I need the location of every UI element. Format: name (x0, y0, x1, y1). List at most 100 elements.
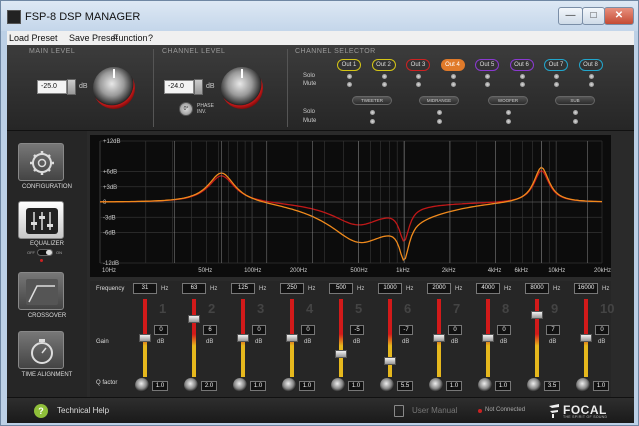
technical-help-link[interactable]: Technical Help (57, 406, 109, 415)
phase-invert-button[interactable]: 0° (179, 102, 193, 116)
solo-toggle-5[interactable] (485, 74, 490, 79)
main-level-input[interactable]: -25.0 (37, 80, 67, 94)
solo-toggle-8[interactable] (588, 74, 594, 79)
band-gain-input[interactable]: 0 (595, 325, 609, 335)
channel-level-knob[interactable] (221, 67, 263, 109)
crossover-button[interactable] (18, 272, 64, 310)
band-gain-slider[interactable] (188, 314, 200, 323)
output-button-6[interactable]: Out 6 (509, 59, 534, 71)
group-solo-toggle-1[interactable] (370, 110, 375, 115)
band-gain-slider[interactable] (531, 311, 543, 320)
solo-toggle-7[interactable] (554, 74, 559, 79)
group-solo-toggle-3[interactable] (506, 110, 511, 115)
channel-level-input[interactable]: -24.0 (164, 80, 194, 94)
eq-toggle[interactable] (37, 249, 53, 256)
mute-toggle-4[interactable] (450, 82, 456, 87)
mute-toggle-2[interactable] (381, 82, 387, 87)
band-freq-input[interactable]: 250 (280, 283, 304, 294)
band-q-input[interactable]: 2.0 (201, 381, 217, 391)
band-gain-input[interactable]: 0 (497, 325, 511, 335)
band-q-input[interactable]: 3.5 (544, 381, 560, 391)
band-q-input[interactable]: 1.0 (299, 381, 315, 391)
band-q-knob[interactable] (282, 378, 296, 392)
band-gain-input[interactable]: 0 (252, 325, 266, 335)
band-gain-input[interactable]: -5 (350, 325, 364, 335)
close-button[interactable]: ✕ (604, 7, 634, 25)
band-q-knob[interactable] (527, 378, 541, 392)
band-freq-input[interactable]: 4000 (476, 283, 500, 294)
output-button-8[interactable]: Out 8 (578, 59, 603, 71)
band-q-knob[interactable] (576, 378, 590, 392)
group-woofer[interactable]: WOOFER (488, 96, 528, 105)
mute-toggle-1[interactable] (347, 82, 352, 87)
main-level-spinner[interactable] (67, 79, 76, 95)
output-button-5[interactable]: Out 5 (475, 59, 499, 71)
group-sub[interactable]: SUB (555, 96, 595, 105)
band-gain-input[interactable]: 0 (448, 325, 462, 335)
mute-toggle-6[interactable] (519, 82, 525, 87)
group-tweeter[interactable]: TWEETER (352, 96, 392, 105)
help-icon[interactable]: ? (34, 404, 48, 418)
solo-toggle-6[interactable] (519, 74, 525, 79)
band-freq-input[interactable]: 63 (182, 283, 206, 294)
band-freq-input[interactable]: 1000 (378, 283, 402, 294)
band-freq-input[interactable]: 8000 (525, 283, 549, 294)
band-q-input[interactable]: 1.0 (593, 381, 609, 391)
output-button-2[interactable]: Out 2 (371, 59, 396, 71)
mute-toggle-5[interactable] (485, 82, 490, 87)
mute-toggle-7[interactable] (554, 82, 559, 87)
output-button-4[interactable]: Out 4 (440, 59, 465, 71)
group-midrange[interactable]: MIDRANGE (419, 96, 459, 105)
output-button-1[interactable]: Out 1 (337, 59, 361, 71)
band-q-knob[interactable] (331, 378, 345, 392)
band-q-input[interactable]: 1.0 (495, 381, 511, 391)
band-gain-slider[interactable] (286, 334, 298, 342)
group-mute-toggle-2[interactable] (437, 119, 442, 124)
band-gain-slider[interactable] (384, 356, 396, 365)
group-mute-toggle-4[interactable] (573, 119, 578, 124)
band-gain-input[interactable]: 0 (301, 325, 315, 335)
band-gain-input[interactable]: 0 (154, 325, 168, 335)
band-freq-input[interactable]: 2000 (427, 283, 451, 294)
band-q-knob[interactable] (233, 378, 247, 392)
band-freq-input[interactable]: 125 (231, 283, 255, 294)
group-solo-toggle-4[interactable] (573, 110, 578, 115)
band-q-input[interactable]: 5.5 (397, 381, 413, 391)
solo-toggle-2[interactable] (381, 74, 387, 79)
band-q-input[interactable]: 1.0 (348, 381, 364, 391)
band-gain-input[interactable]: -7 (399, 325, 413, 335)
band-gain-input[interactable]: 7 (546, 325, 560, 335)
main-level-knob[interactable] (93, 67, 135, 109)
user-manual-link[interactable]: User Manual (412, 406, 457, 415)
menu-load-preset[interactable]: Load Preset (9, 33, 58, 43)
band-gain-slider[interactable] (482, 334, 494, 342)
mute-toggle-3[interactable] (416, 82, 421, 87)
output-button-3[interactable]: Out 3 (406, 59, 430, 71)
band-gain-slider[interactable] (335, 350, 347, 359)
band-q-knob[interactable] (478, 378, 492, 392)
band-gain-input[interactable]: 6 (203, 325, 217, 335)
band-freq-input[interactable]: 31 (133, 283, 157, 294)
band-q-knob[interactable] (135, 378, 149, 392)
solo-toggle-1[interactable] (347, 74, 352, 79)
menu-save-preset[interactable]: Save Preset (69, 33, 118, 43)
solo-toggle-3[interactable] (416, 74, 421, 79)
minimize-button[interactable]: — (558, 7, 583, 25)
band-q-input[interactable]: 1.0 (152, 381, 168, 391)
group-solo-toggle-2[interactable] (437, 110, 442, 115)
band-q-input[interactable]: 1.0 (250, 381, 266, 391)
band-freq-input[interactable]: 500 (329, 283, 353, 294)
band-gain-slider[interactable] (139, 334, 151, 342)
band-q-knob[interactable] (380, 378, 394, 392)
band-freq-input[interactable]: 16000 (574, 283, 598, 294)
maximize-button[interactable]: □ (582, 7, 605, 25)
solo-toggle-4[interactable] (450, 74, 456, 79)
mute-toggle-8[interactable] (588, 82, 594, 87)
channel-level-spinner[interactable] (194, 79, 203, 95)
group-mute-toggle-3[interactable] (506, 119, 511, 124)
menu-help[interactable]: ? (148, 33, 153, 43)
time-alignment-button[interactable] (18, 331, 64, 369)
output-button-7[interactable]: Out 7 (544, 59, 568, 71)
band-gain-slider[interactable] (237, 334, 249, 342)
menu-function[interactable]: Function (113, 33, 148, 43)
